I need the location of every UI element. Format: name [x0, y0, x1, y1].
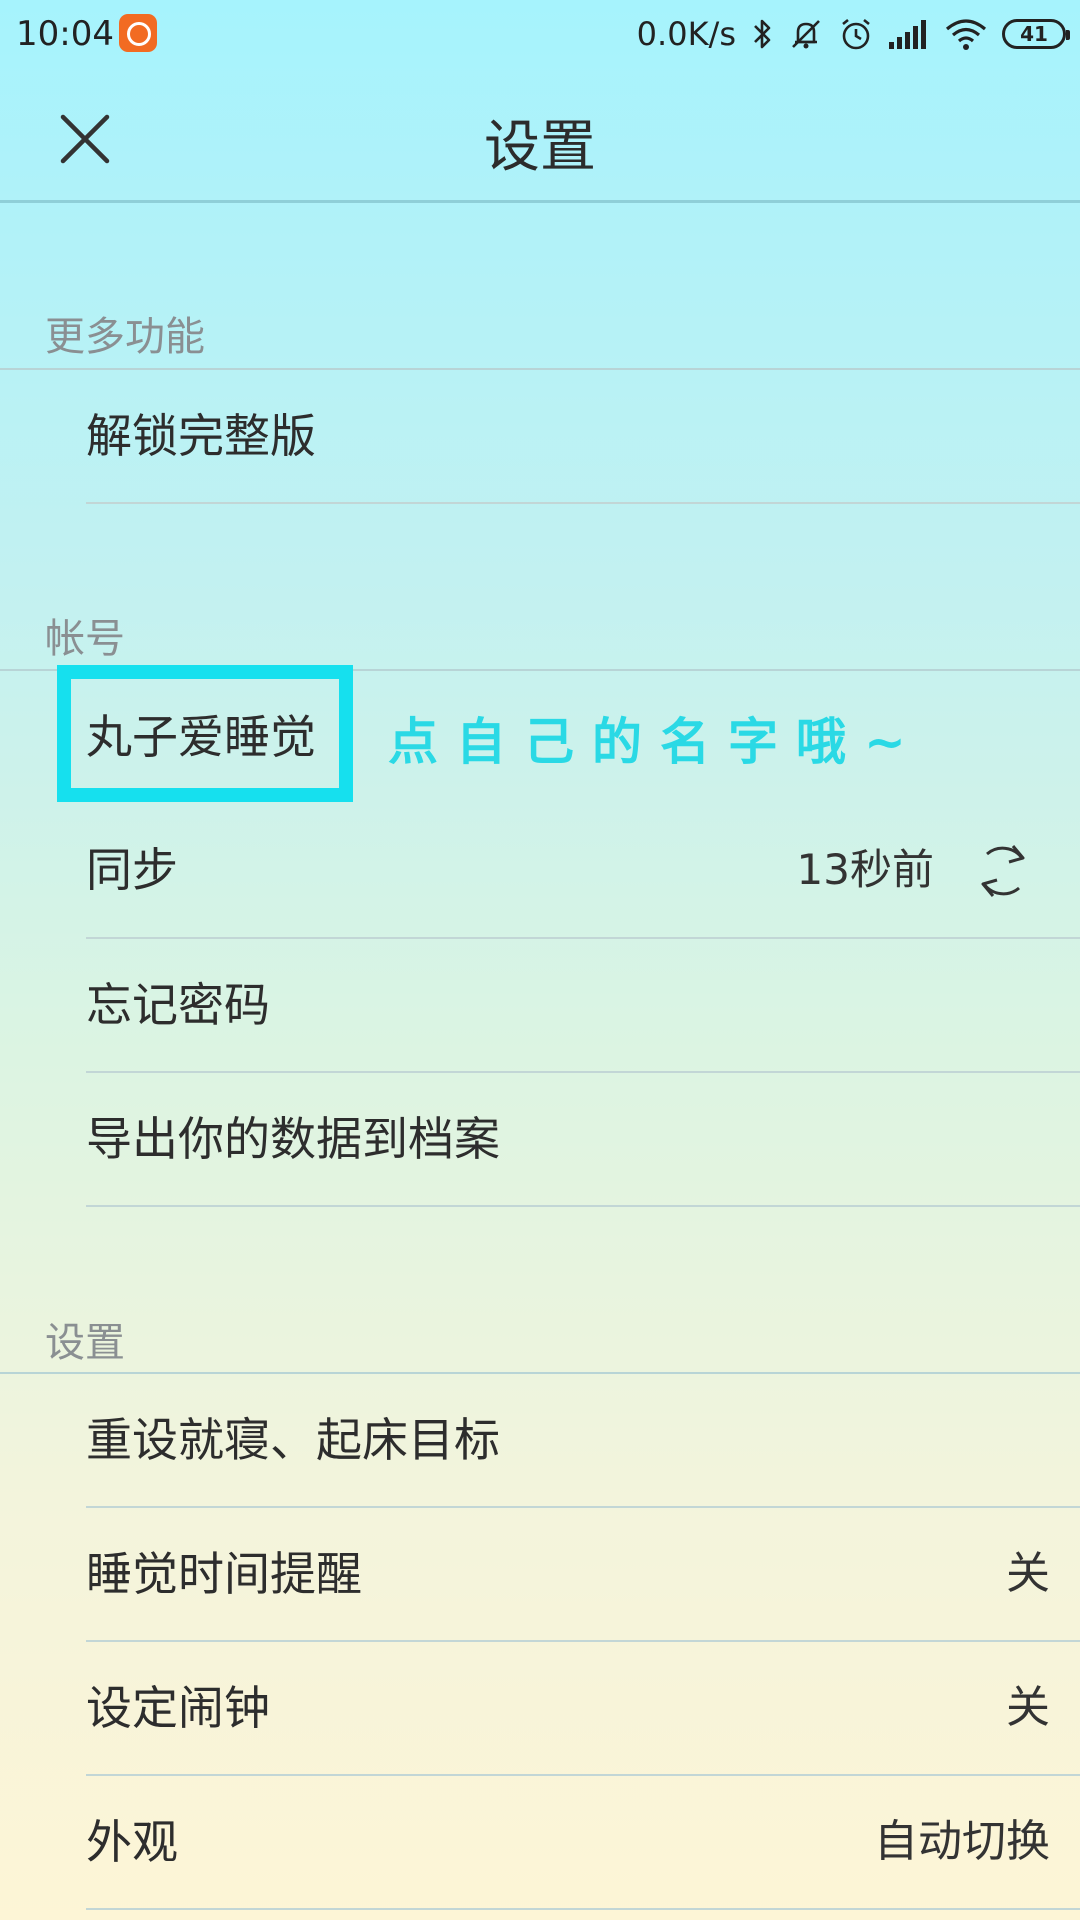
mi-app-icon	[119, 14, 157, 52]
app-bar: 设置	[0, 68, 1080, 203]
network-speed: 0.0K/s	[636, 15, 736, 53]
signal-icon	[888, 18, 930, 50]
set-alarm-label: 设定闹钟	[86, 1681, 270, 1735]
appearance-row[interactable]: 外观 自动切换	[0, 1776, 1080, 1908]
annotation-text: 点自己的名字哦~	[388, 713, 924, 771]
divider	[86, 1908, 1080, 1910]
bluetooth-icon	[752, 17, 774, 51]
status-icons: 0.0K/s 41	[636, 10, 1070, 58]
status-bar: 10:04 0.0K/s 41	[0, 0, 1080, 68]
page-title: 设置	[484, 115, 596, 180]
status-time: 10:04	[16, 14, 114, 54]
section-header-settings: 设置	[45, 1320, 125, 1366]
bedtime-reminder-row[interactable]: 睡觉时间提醒 关	[0, 1508, 1080, 1640]
bedtime-reminder-label: 睡觉时间提醒	[86, 1547, 362, 1601]
section-header-more-features: 更多功能	[45, 314, 205, 360]
set-alarm-value: 关	[1006, 1682, 1050, 1733]
appearance-value: 自动切换	[874, 1816, 1050, 1867]
reset-goals-label: 重设就寝、起床目标	[86, 1413, 500, 1467]
export-data-label: 导出你的数据到档案	[86, 1112, 500, 1166]
forgot-password-row[interactable]: 忘记密码	[0, 939, 1080, 1071]
alarm-icon	[838, 16, 874, 52]
appearance-label: 外观	[86, 1815, 178, 1869]
battery-icon: 41	[1002, 19, 1070, 49]
wifi-icon	[944, 17, 988, 51]
mute-icon	[788, 16, 824, 52]
sync-icon	[981, 845, 1025, 897]
bedtime-reminder-value: 关	[1006, 1548, 1050, 1599]
sync-label: 同步	[86, 843, 178, 897]
sync-button[interactable]	[970, 838, 1036, 904]
divider	[86, 502, 1080, 504]
set-alarm-row[interactable]: 设定闹钟 关	[0, 1642, 1080, 1774]
export-data-row[interactable]: 导出你的数据到档案	[0, 1073, 1080, 1205]
reset-goals-row[interactable]: 重设就寝、起床目标	[0, 1374, 1080, 1506]
forgot-password-label: 忘记密码	[86, 978, 270, 1032]
highlight-box	[57, 665, 353, 802]
sync-time: 13秒前	[796, 845, 934, 894]
divider	[86, 1205, 1080, 1207]
unlock-full-version-label: 解锁完整版	[86, 409, 316, 463]
unlock-full-version-row[interactable]: 解锁完整版	[0, 370, 1080, 502]
sync-row[interactable]: 同步 13秒前	[0, 804, 1080, 936]
section-header-account: 帐号	[45, 616, 125, 662]
